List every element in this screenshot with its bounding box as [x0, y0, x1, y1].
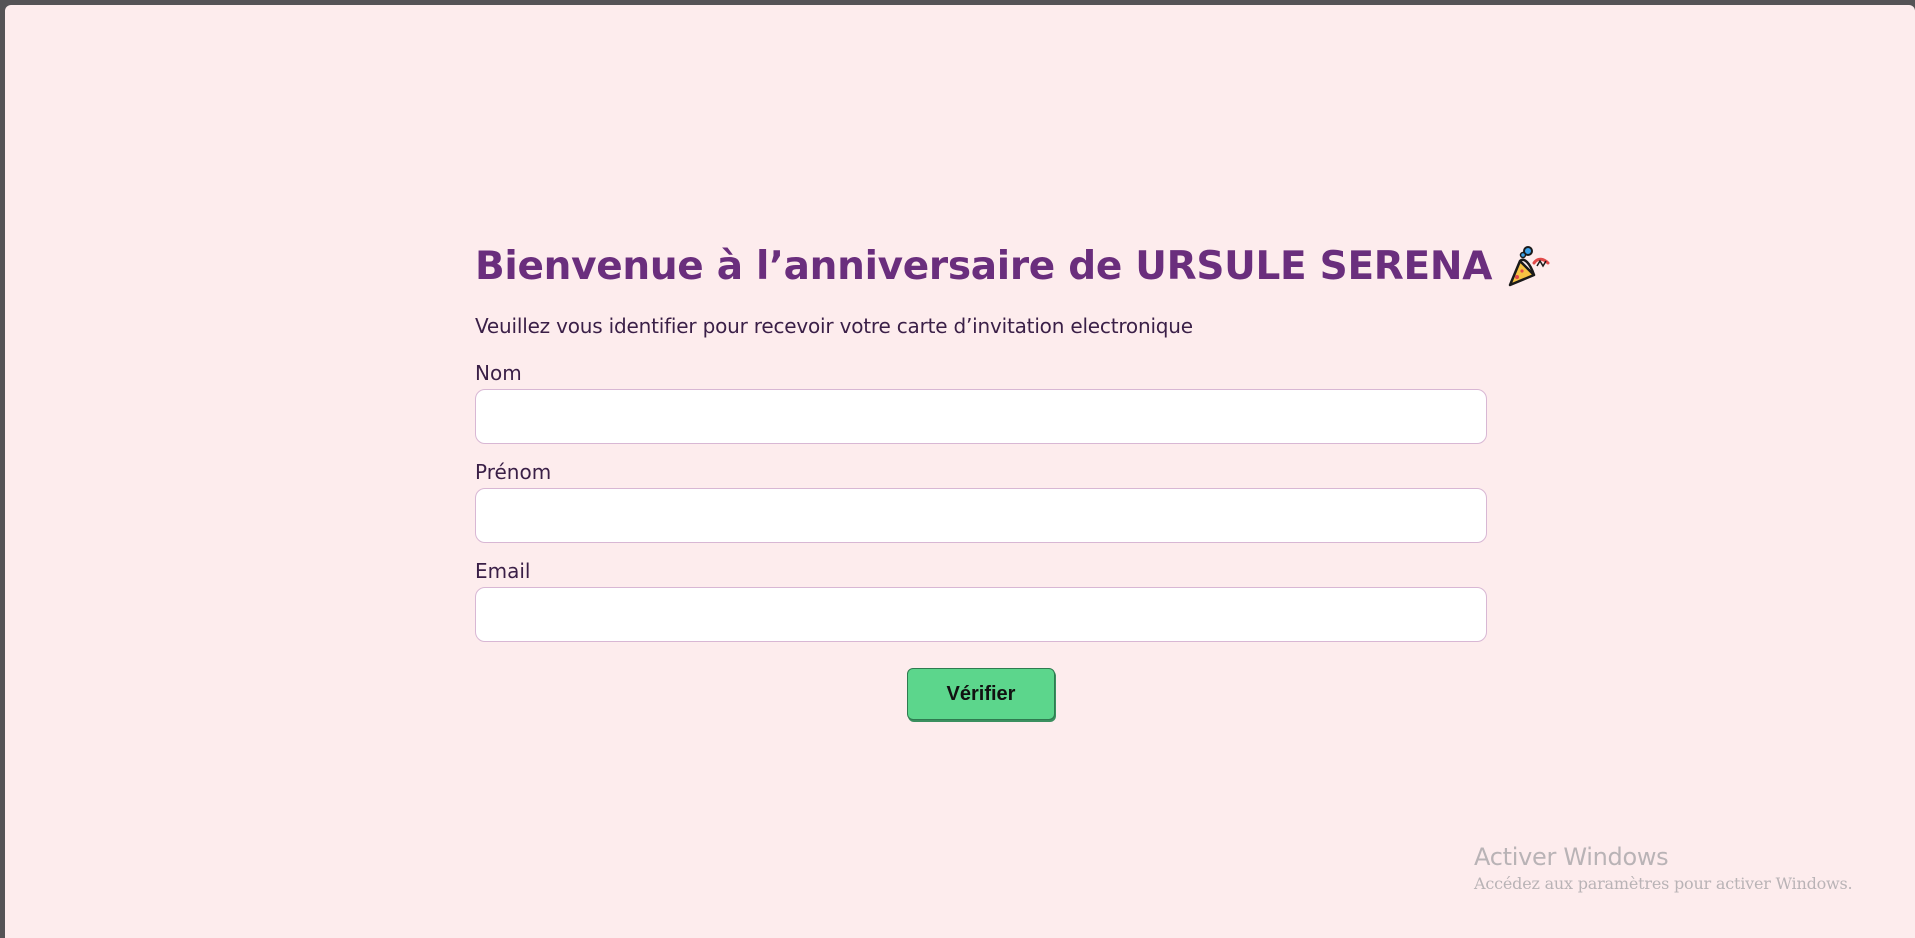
field-prenom: Prénom: [475, 460, 1487, 543]
verify-button[interactable]: Vérifier: [907, 668, 1055, 720]
party-popper-icon: [1504, 243, 1552, 291]
page-subtitle: Veuillez vous identifier pour recevoir v…: [475, 314, 1193, 338]
prenom-label: Prénom: [475, 460, 552, 484]
nom-input[interactable]: [475, 389, 1487, 444]
page-title: Bienvenue à l’anniversaire de URSULE SER…: [475, 235, 1550, 299]
field-email: Email: [475, 559, 1487, 642]
button-row: Vérifier: [475, 668, 1487, 720]
nom-label: Nom: [475, 361, 522, 385]
prenom-input[interactable]: [475, 488, 1487, 543]
windows-activation-watermark: Activer Windows Accédez aux paramètres p…: [1474, 841, 1853, 895]
email-label: Email: [475, 559, 531, 583]
page-title-text: Bienvenue à l’anniversaire de URSULE SER…: [475, 244, 1493, 289]
watermark-title: Activer Windows: [1474, 843, 1669, 871]
field-nom: Nom: [475, 361, 1487, 444]
email-input[interactable]: [475, 587, 1487, 642]
watermark-subtitle: Accédez aux paramètres pour activer Wind…: [1474, 874, 1853, 893]
browser-page: Bienvenue à l’anniversaire de URSULE SER…: [5, 5, 1915, 938]
login-form: Bienvenue à l’anniversaire de URSULE SER…: [475, 235, 1550, 720]
